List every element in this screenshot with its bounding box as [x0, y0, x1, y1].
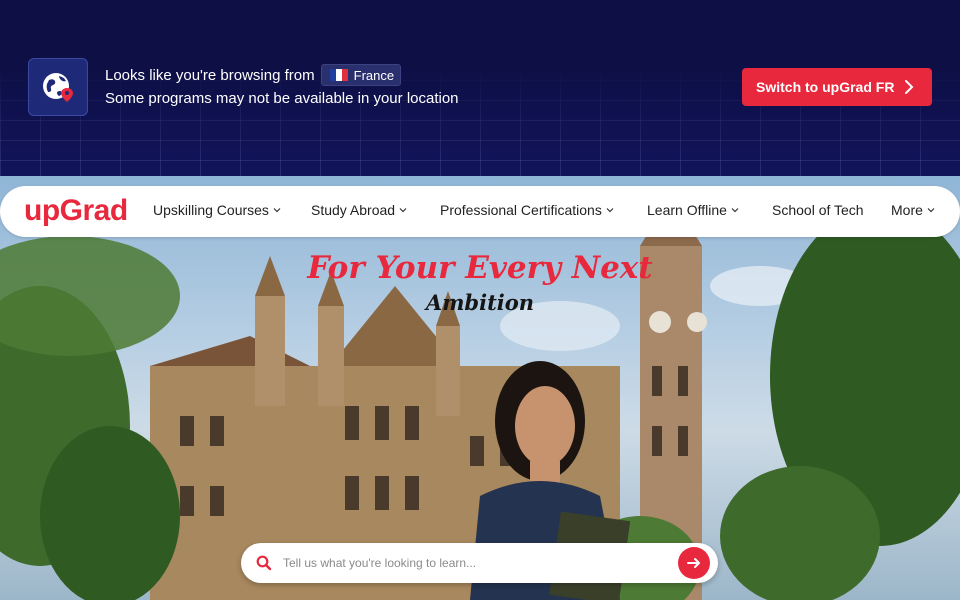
switch-region-label: Switch to upGrad FR — [756, 79, 895, 95]
location-banner: Looks like you're browsing from France S… — [0, 0, 960, 176]
chevron-down-icon — [731, 208, 739, 213]
upgrad-logo[interactable]: upGrad — [24, 194, 128, 228]
nav-label: Study Abroad — [311, 202, 396, 218]
country-name: France — [353, 67, 395, 83]
course-search-bar — [241, 543, 718, 583]
nav-study-abroad[interactable]: Study Abroad — [311, 202, 407, 218]
nav-upskilling-courses[interactable]: Upskilling Courses — [153, 202, 281, 218]
switch-region-button[interactable]: Switch to upGrad FR — [742, 68, 932, 106]
nav-label: Professional Certifications — [440, 202, 602, 218]
chevron-down-icon — [927, 208, 935, 213]
hero-headline: For Your Every Next — [307, 250, 653, 286]
hero-background-image — [0, 196, 960, 600]
nav-learn-offline[interactable]: Learn Offline — [647, 202, 739, 218]
nav-professional-certifications[interactable]: Professional Certifications — [440, 202, 614, 218]
nav-school-of-tech[interactable]: School of Tech — [772, 202, 864, 218]
availability-warning: Some programs may not be available in yo… — [105, 90, 459, 107]
search-submit-button[interactable] — [678, 547, 710, 579]
hero-section — [0, 176, 960, 600]
main-navbar: upGrad Upskilling Courses Study Abroad P… — [0, 186, 960, 237]
search-icon — [256, 555, 272, 571]
chevron-right-icon — [905, 80, 914, 94]
chevron-down-icon — [273, 208, 281, 213]
france-flag-icon — [329, 69, 348, 81]
search-input[interactable] — [283, 551, 663, 575]
browsing-prefix: Looks like you're browsing from — [105, 66, 315, 84]
nav-label: More — [891, 202, 923, 218]
chevron-down-icon — [606, 208, 614, 213]
nav-label: Learn Offline — [647, 202, 727, 218]
hero-subheadline: Ambition — [425, 290, 535, 315]
nav-more[interactable]: More — [891, 202, 935, 218]
globe-location-icon — [28, 58, 88, 116]
arrow-right-icon — [687, 558, 700, 568]
chevron-down-icon — [399, 208, 407, 213]
nav-label: School of Tech — [772, 202, 864, 218]
country-badge: France — [320, 64, 402, 86]
browsing-location-text: Looks like you're browsing from France — [105, 64, 402, 86]
nav-label: Upskilling Courses — [153, 202, 269, 218]
